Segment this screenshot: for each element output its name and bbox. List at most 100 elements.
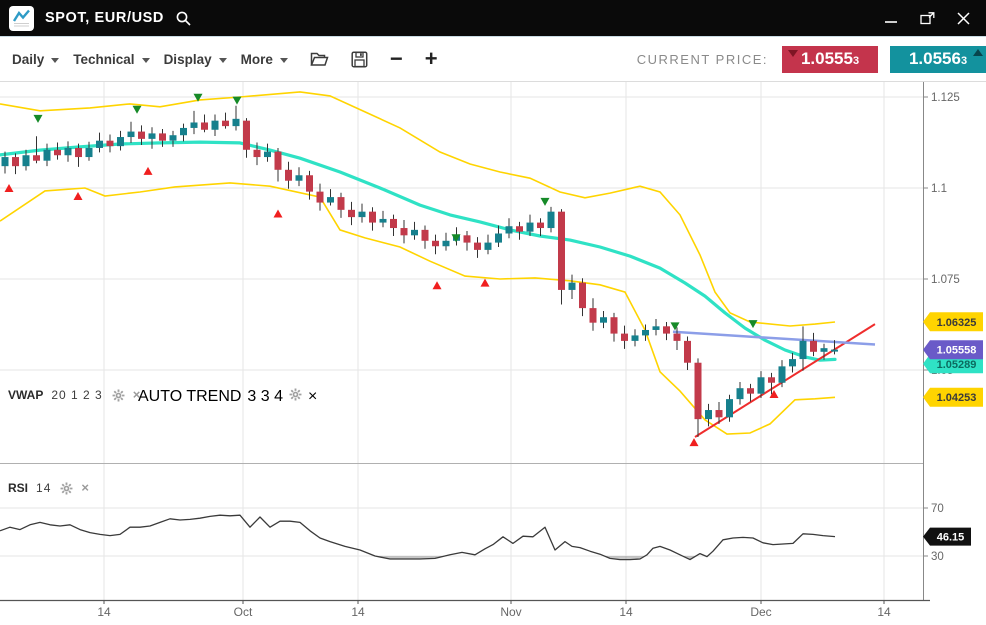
sell-marker xyxy=(749,320,758,328)
candle xyxy=(800,341,807,359)
price-chart-canvas[interactable]: 1.1251.11.0751.05703014Oct14Nov14Dec141.… xyxy=(0,82,986,625)
candle xyxy=(191,122,198,127)
candle xyxy=(768,377,775,382)
candle xyxy=(779,366,786,382)
axis-label: 14 xyxy=(97,605,111,619)
buy-marker xyxy=(274,209,283,217)
search-button[interactable] xyxy=(175,10,192,27)
menu-period[interactable]: Daily xyxy=(12,52,59,67)
candle xyxy=(663,326,670,333)
candle xyxy=(684,341,691,363)
axis-label: 1.1 xyxy=(931,183,947,195)
autotrend-settings-button[interactable] xyxy=(289,388,302,406)
menu-technical-label: Technical xyxy=(73,52,134,67)
candle xyxy=(569,283,576,290)
rsi-legend: RSI 14 × xyxy=(8,481,89,495)
candle xyxy=(222,121,229,126)
candle xyxy=(537,223,544,228)
candle xyxy=(600,317,607,322)
save-chart-button[interactable] xyxy=(351,51,368,68)
candle xyxy=(590,308,597,323)
sell-marker xyxy=(34,115,43,123)
open-chart-button[interactable] xyxy=(310,51,329,67)
zoom-in-button[interactable]: + xyxy=(425,49,438,69)
axis-label: 14 xyxy=(351,605,365,619)
candle xyxy=(369,212,376,223)
candle xyxy=(75,148,82,157)
menu-more[interactable]: More xyxy=(241,52,288,67)
rsi-pane xyxy=(0,515,835,559)
trading-chart-window: SPOT, EUR/USD xyxy=(0,0,986,625)
ask-price-button[interactable]: 1.05563 xyxy=(890,46,986,73)
candle xyxy=(506,226,513,233)
candle xyxy=(810,341,817,352)
candle xyxy=(716,410,723,417)
price-badge-label: 1.05289 xyxy=(937,359,977,371)
candle xyxy=(65,148,72,155)
axis-label: 14 xyxy=(619,605,633,619)
chevron-down-icon xyxy=(219,58,227,63)
candle xyxy=(338,197,345,210)
candle xyxy=(86,148,93,157)
candle xyxy=(212,121,219,130)
buy-marker xyxy=(481,279,490,287)
zoom-out-button[interactable]: − xyxy=(390,49,403,69)
candle xyxy=(149,133,156,138)
candle xyxy=(821,348,828,352)
candle xyxy=(327,197,334,202)
autotrend-legend: AUTO TREND 3 3 4 × xyxy=(138,388,317,406)
candle xyxy=(705,410,712,419)
vwap-legend: VWAP 20 1 2 3 × xyxy=(8,388,140,402)
arrow-down-icon xyxy=(788,50,798,57)
candle xyxy=(789,359,796,366)
candle xyxy=(527,223,534,232)
menu-technical[interactable]: Technical xyxy=(73,52,149,67)
chevron-down-icon xyxy=(280,58,288,63)
menu-more-label: More xyxy=(241,52,273,67)
rsi-remove-button[interactable]: × xyxy=(81,483,89,493)
price-badge-label: 1.05558 xyxy=(937,345,977,357)
candle xyxy=(138,132,145,139)
bid-price-button[interactable]: 1.05553 xyxy=(782,46,878,73)
chevron-down-icon xyxy=(51,58,59,63)
minimize-button[interactable] xyxy=(884,12,898,24)
axis-label: 1.125 xyxy=(931,92,960,104)
window-controls xyxy=(884,12,970,25)
candle xyxy=(411,230,418,235)
rsi-line xyxy=(0,515,835,559)
symbol-title: SPOT, EUR/USD xyxy=(45,10,164,26)
candle xyxy=(54,150,61,155)
bid-price-pip: 3 xyxy=(853,55,859,67)
price-badge-label: 1.06325 xyxy=(937,317,977,329)
restore-button[interactable] xyxy=(920,12,935,25)
candle xyxy=(128,132,135,137)
menu-display[interactable]: Display xyxy=(164,52,227,67)
candle xyxy=(180,128,187,135)
candle xyxy=(264,152,271,157)
candle xyxy=(2,157,9,166)
candle xyxy=(464,235,471,242)
autotrend-remove-button[interactable]: × xyxy=(308,388,317,406)
close-button[interactable] xyxy=(957,12,970,25)
vwap-indicator-params: 20 1 2 3 xyxy=(51,388,102,402)
chart-area[interactable]: 1.1251.11.0751.05703014Oct14Nov14Dec141.… xyxy=(0,82,986,625)
menu-display-label: Display xyxy=(164,52,212,67)
candle xyxy=(558,212,565,290)
candle xyxy=(306,175,313,191)
bid-price-value: 1.0555 xyxy=(801,49,853,69)
gridlines xyxy=(0,82,923,600)
rsi-settings-button[interactable] xyxy=(60,482,73,495)
vwap-settings-button[interactable] xyxy=(112,389,125,402)
title-bar: SPOT, EUR/USD xyxy=(0,0,986,37)
upper-band xyxy=(0,92,835,326)
autotrend-indicator-params: 3 3 4 xyxy=(247,388,283,406)
candle xyxy=(159,133,166,140)
candle xyxy=(233,119,240,126)
rsi-indicator-name: RSI xyxy=(8,481,28,495)
close-icon xyxy=(957,12,970,25)
gear-icon xyxy=(60,482,73,495)
axis-labels: 1.1251.11.0751.05703014Oct14Nov14Dec14 xyxy=(97,92,959,619)
candle xyxy=(632,335,639,340)
buy-marker xyxy=(433,281,442,289)
buy-marker xyxy=(74,192,83,200)
